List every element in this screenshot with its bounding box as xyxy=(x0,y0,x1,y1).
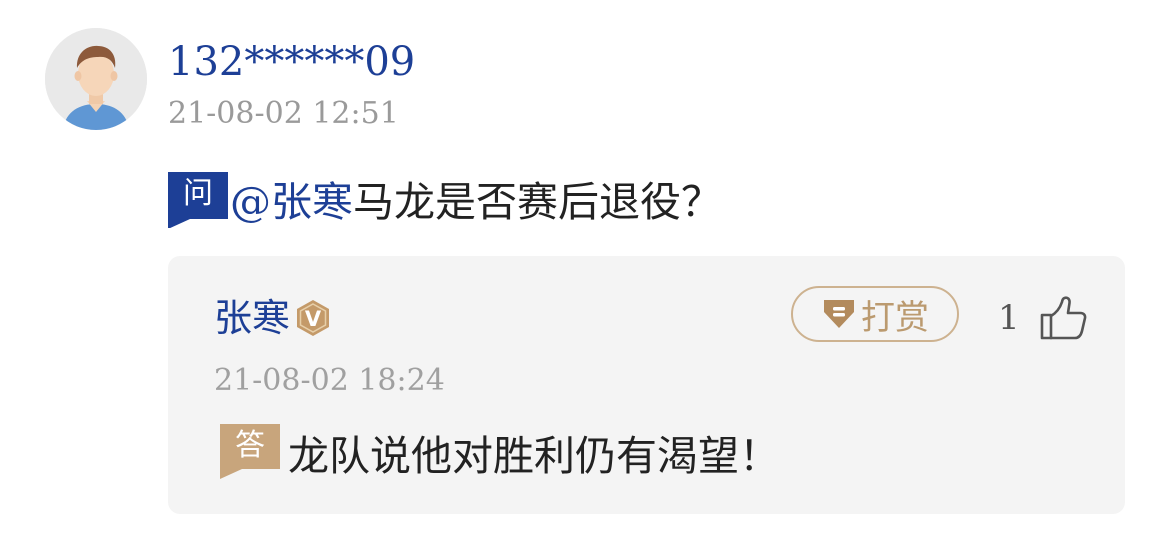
user-avatar[interactable] xyxy=(45,28,147,130)
answer-timestamp: 21-08-02 18:24 xyxy=(214,363,445,398)
answer-card: 张寒 V 打赏 1 21-08-02 18:24 答 龙队说他对胜利仍有渴望！ xyxy=(168,256,1125,514)
like-count: 1 xyxy=(998,298,1020,338)
answer-text: 龙队说他对胜利仍有渴望！ xyxy=(288,432,780,480)
gem-icon xyxy=(824,300,854,328)
answerer-name[interactable]: 张寒 xyxy=(214,294,290,342)
answerer-name-row: 张寒 V xyxy=(214,294,332,342)
question-mention-link[interactable]: @张寒 xyxy=(230,168,353,228)
answer-row: 答 龙队说他对胜利仍有渴望！ xyxy=(220,422,780,482)
reward-label: 打赏 xyxy=(861,297,929,338)
question-badge: 问 xyxy=(168,168,228,228)
question-badge-label: 问 xyxy=(183,176,213,211)
verified-badge-icon: V xyxy=(297,300,330,336)
commenter-name[interactable]: 132******09 xyxy=(168,38,415,86)
verified-badge-label: V xyxy=(305,307,322,331)
reward-button[interactable]: 打赏 xyxy=(791,286,959,342)
user-avatar-icon xyxy=(45,28,147,130)
answer-badge: 答 xyxy=(220,422,280,482)
question-text: 马龙是否赛后退役？ xyxy=(353,178,722,226)
answer-badge-label: 答 xyxy=(235,428,265,463)
question-row: 问 @张寒 马龙是否赛后退役？ xyxy=(168,168,722,228)
question-timestamp: 21-08-02 12:51 xyxy=(168,96,399,131)
thumbs-up-icon[interactable] xyxy=(1038,294,1088,342)
